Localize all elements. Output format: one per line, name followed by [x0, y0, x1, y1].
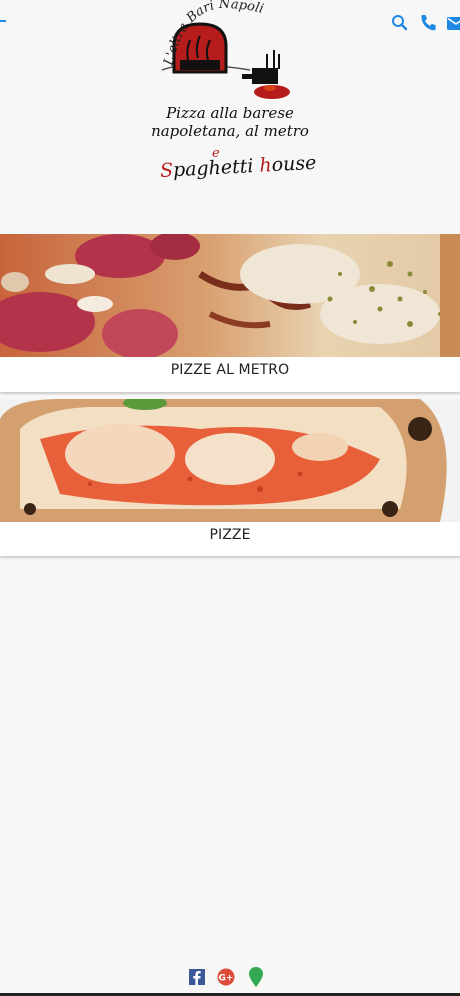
facebook-icon[interactable] — [188, 966, 206, 988]
tagline-line-1: Pizza alla barese — [166, 104, 294, 122]
category-card-pizze[interactable]: PIZZE — [0, 399, 460, 556]
spaghetti-house-heading: Spaghetti house — [159, 152, 316, 182]
category-title: PIZZE — [209, 527, 251, 543]
site-header: L'altra Bari Napoli Pizza alla barese na… — [0, 0, 460, 200]
search-icon[interactable] — [390, 12, 410, 34]
spaghetti-initial: S — [159, 159, 174, 182]
restaurant-tagline: Pizza alla barese napoletana, al metro — [140, 104, 320, 140]
google-plus-icon[interactable]: G+ — [217, 966, 235, 988]
restaurant-logo[interactable]: L'altra Bari Napoli — [158, 0, 296, 104]
phone-icon[interactable] — [418, 12, 438, 34]
mail-icon[interactable] — [446, 12, 460, 34]
social-footer: G+ — [0, 964, 460, 996]
map-pin-icon[interactable] — [247, 966, 265, 988]
pizza-al-metro-photo — [0, 234, 460, 357]
category-title: PIZZE AL METRO — [170, 362, 290, 378]
menu-toggle[interactable] — [0, 20, 6, 22]
category-card-pizze-al-metro[interactable]: PIZZE AL METRO — [0, 234, 460, 392]
pizza-photo — [0, 399, 460, 522]
house-initial: h — [258, 154, 273, 177]
spaghetti-word: paghetti — [172, 154, 261, 182]
svg-text:G+: G+ — [219, 974, 234, 984]
tagline-line-2: napoletana, al metro — [151, 122, 309, 140]
house-word: ouse — [271, 151, 317, 177]
